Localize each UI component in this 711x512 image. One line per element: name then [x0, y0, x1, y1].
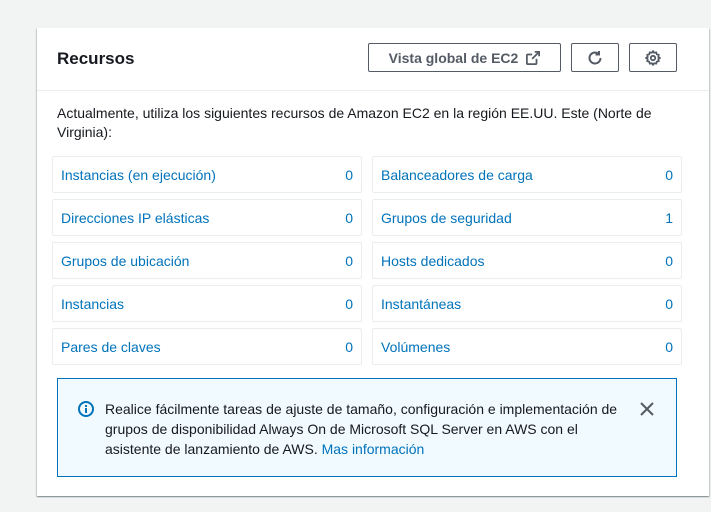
- resource-instances[interactable]: Instancias 0: [52, 285, 362, 322]
- close-icon: [640, 402, 654, 416]
- info-icon: [78, 401, 94, 417]
- resource-count[interactable]: 0: [345, 295, 353, 313]
- resource-dedicated-hosts[interactable]: Hosts dedicados 0: [372, 242, 682, 279]
- resource-label[interactable]: Pares de claves: [61, 338, 161, 356]
- global-view-button[interactable]: Vista global de EC2: [368, 43, 561, 72]
- refresh-button[interactable]: [571, 43, 619, 72]
- resource-label[interactable]: Instancias: [61, 295, 124, 313]
- resource-snapshots[interactable]: Instantáneas 0: [372, 285, 682, 322]
- info-message: Realice fácilmente tareas de ajuste de t…: [105, 399, 635, 459]
- resource-count[interactable]: 0: [665, 338, 673, 356]
- global-view-label: Vista global de EC2: [388, 49, 519, 66]
- panel-header: Recursos Vista global de EC2: [37, 28, 709, 91]
- info-alert: Realice fácilmente tareas de ajuste de t…: [57, 378, 677, 477]
- resource-load-balancers[interactable]: Balanceadores de carga 0: [372, 156, 682, 193]
- close-alert-button[interactable]: [637, 399, 657, 419]
- external-link-icon: [526, 50, 541, 65]
- gear-icon: [645, 49, 661, 66]
- settings-button[interactable]: [629, 43, 677, 72]
- resource-count[interactable]: 0: [345, 209, 353, 227]
- resource-label[interactable]: Balanceadores de carga: [381, 166, 533, 184]
- resource-security-groups[interactable]: Grupos de seguridad 1: [372, 199, 682, 236]
- more-info-link[interactable]: Mas información: [322, 441, 425, 457]
- resource-label[interactable]: Hosts dedicados: [381, 252, 485, 270]
- resource-count[interactable]: 0: [345, 252, 353, 270]
- resource-placement-groups[interactable]: Grupos de ubicación 0: [52, 242, 362, 279]
- resource-label[interactable]: Direcciones IP elásticas: [61, 209, 209, 227]
- resource-count[interactable]: 0: [665, 166, 673, 184]
- resource-elastic-ips[interactable]: Direcciones IP elásticas 0: [52, 199, 362, 236]
- resource-running-instances[interactable]: Instancias (en ejecución) 0: [52, 156, 362, 193]
- resource-key-pairs[interactable]: Pares de claves 0: [52, 328, 362, 365]
- resource-count[interactable]: 0: [665, 295, 673, 313]
- intro-text: Actualmente, utiliza los siguientes recu…: [57, 105, 652, 140]
- resource-volumes[interactable]: Volúmenes 0: [372, 328, 682, 365]
- refresh-icon: [588, 50, 602, 64]
- resource-label[interactable]: Instantáneas: [381, 295, 461, 313]
- resources-panel: Recursos Vista global de EC2 Actualmente…: [37, 28, 709, 496]
- resource-count[interactable]: 0: [665, 252, 673, 270]
- resource-count[interactable]: 0: [345, 166, 353, 184]
- resource-count[interactable]: 0: [345, 338, 353, 356]
- resource-count[interactable]: 1: [665, 209, 673, 227]
- resource-label[interactable]: Instancias (en ejecución): [61, 166, 216, 184]
- resource-label[interactable]: Volúmenes: [381, 338, 450, 356]
- resource-label[interactable]: Grupos de seguridad: [381, 209, 512, 227]
- resource-label[interactable]: Grupos de ubicación: [61, 252, 189, 270]
- panel-title: Recursos: [57, 49, 135, 68]
